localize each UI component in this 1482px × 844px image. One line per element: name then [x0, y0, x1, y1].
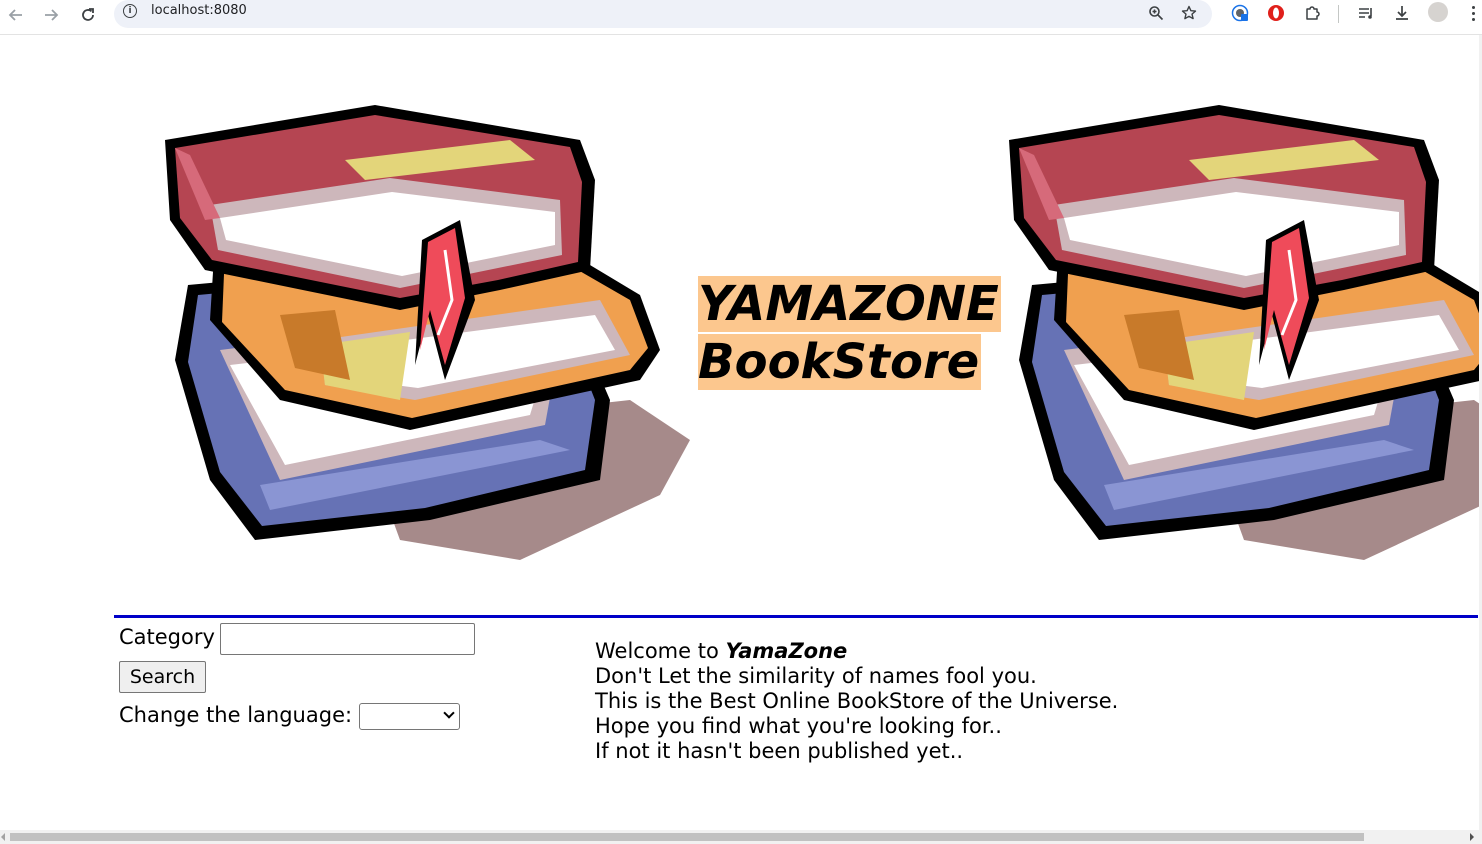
welcome-line: Hope you find what you're looking for..	[595, 714, 1002, 738]
welcome-prefix: Welcome to	[595, 639, 726, 663]
brand-name: YamaZone	[725, 639, 848, 663]
book-stack-image	[165, 105, 690, 560]
page-title: YAMAZONE BookStore	[698, 275, 1001, 391]
welcome-line: Welcome to YamaZone	[595, 639, 1118, 664]
bookstore-page: YAMAZONE BookStore Category Search Chang…	[0, 35, 1482, 830]
search-button[interactable]: Search	[119, 661, 206, 693]
puzzle-extensions-icon[interactable]	[1301, 1, 1325, 25]
reading-list-icon[interactable]	[1354, 1, 1378, 25]
title-line-2: BookStore	[698, 334, 982, 390]
url-text[interactable]: localhost:8080	[151, 3, 247, 18]
info-icon[interactable]: i	[123, 4, 137, 18]
avatar-icon[interactable]	[1428, 2, 1448, 22]
arrow-right-icon	[45, 9, 59, 21]
toolbar-separator	[1338, 5, 1339, 23]
download-icon[interactable]	[1390, 1, 1414, 25]
scroll-left-icon[interactable]	[1, 833, 5, 841]
zoom-icon[interactable]	[1145, 2, 1167, 24]
reload-button[interactable]	[76, 3, 100, 27]
welcome-line: Don't Let the similarity of names fool y…	[595, 664, 1037, 688]
star-icon[interactable]	[1178, 2, 1200, 24]
category-label: Category	[119, 625, 215, 649]
scroll-right-icon[interactable]	[1470, 833, 1474, 841]
arrow-left-icon	[8, 9, 22, 21]
reload-icon	[82, 8, 94, 21]
title-line-1: YAMAZONE	[698, 276, 1001, 332]
book-stack-image	[1009, 105, 1482, 560]
forward-button[interactable]	[39, 3, 63, 27]
welcome-line: This is the Best Online BookStore of the…	[595, 689, 1119, 713]
section-divider	[114, 615, 1478, 618]
chevron-down-icon	[443, 707, 455, 719]
back-button[interactable]	[4, 3, 28, 27]
welcome-message: Welcome to YamaZone Don't Let the simila…	[595, 639, 1118, 764]
kebab-menu-icon[interactable]	[1466, 2, 1480, 24]
translate-extension-icon[interactable]	[1228, 1, 1252, 25]
language-select[interactable]	[359, 703, 460, 730]
browser-toolbar: i localhost:8080	[0, 0, 1482, 35]
horizontal-scrollbar[interactable]	[0, 830, 1482, 844]
category-input[interactable]	[220, 623, 475, 655]
language-label: Change the language:	[119, 703, 353, 727]
welcome-line: If not it hasn't been published yet..	[595, 739, 964, 763]
scrollbar-thumb[interactable]	[10, 833, 1364, 841]
opera-extension-icon[interactable]	[1264, 1, 1288, 25]
address-bar[interactable]: i localhost:8080	[114, 0, 1212, 28]
